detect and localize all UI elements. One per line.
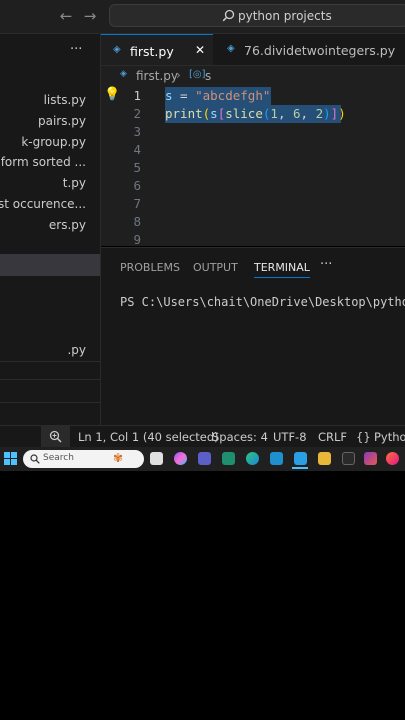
token-comma: , xyxy=(277,106,293,121)
token-operator: = xyxy=(172,88,196,103)
search-label: python projects xyxy=(238,9,332,23)
file-item[interactable]: lists.py xyxy=(44,93,86,107)
language-mode[interactable]: Python xyxy=(374,430,405,444)
tab-first-py[interactable]: ◈ first.py ✕ xyxy=(101,34,213,65)
search-highlight-icon: ✾ xyxy=(113,451,124,465)
more-actions-icon[interactable]: ··· xyxy=(70,42,82,57)
code-line-1: s = "abcdefgh" xyxy=(165,88,270,103)
token-function: print xyxy=(165,106,203,121)
breadcrumb: ◈ first.py › [◎] s xyxy=(101,66,405,86)
tab-problems[interactable]: PROBLEMS xyxy=(120,261,180,274)
more-actions-icon[interactable]: ··· xyxy=(320,257,332,272)
tab-dividetwointegers[interactable]: ◈ 76.dividetwointegers.py xyxy=(213,34,405,65)
forward-arrow-icon[interactable]: → xyxy=(81,7,99,25)
breadcrumb-file[interactable]: first.py xyxy=(136,69,178,83)
file-item[interactable]: k-group.py xyxy=(21,135,86,149)
file-item[interactable]: pairs.py xyxy=(38,114,86,128)
task-view-icon[interactable] xyxy=(150,452,163,465)
search-icon xyxy=(30,454,40,464)
tab-output[interactable]: OUTPUT xyxy=(193,261,238,274)
bottom-panel: PROBLEMS OUTPUT TERMINAL ··· PS C:\Users… xyxy=(101,247,405,426)
active-app-indicator xyxy=(292,467,308,469)
variable-symbol-icon: [◎] xyxy=(189,69,206,80)
line-number: 4 xyxy=(133,142,141,157)
windows-taskbar: Search ✾ xyxy=(0,447,405,471)
line-number: 2 xyxy=(133,106,141,121)
divider xyxy=(0,379,100,380)
windows-start-icon[interactable] xyxy=(4,452,17,465)
copilot-icon[interactable] xyxy=(174,452,187,465)
token-number: 1 xyxy=(270,106,278,121)
line-number: 7 xyxy=(133,196,141,211)
line-number: 1 xyxy=(133,88,141,103)
python-file-icon: ◈ xyxy=(227,43,235,54)
terminal-prompt[interactable]: PS C:\Users\chait\OneDrive\Desktop\pytho… xyxy=(120,295,405,309)
divider xyxy=(0,402,100,403)
token-variable: s xyxy=(165,88,173,103)
selected-row[interactable] xyxy=(0,254,100,276)
explorer-sidebar: ··· lists.py pairs.py k-group.py ates fo… xyxy=(0,34,101,425)
close-icon[interactable]: ✕ xyxy=(195,43,205,57)
python-file-icon: ◈ xyxy=(113,44,121,55)
line-number: 5 xyxy=(133,160,141,175)
video-editor-icon[interactable] xyxy=(364,452,377,465)
braces-icon: {} xyxy=(356,430,371,444)
edge-icon[interactable] xyxy=(246,452,259,465)
firefox-icon[interactable] xyxy=(386,452,399,465)
zoom-indicator[interactable] xyxy=(41,426,70,448)
store-icon[interactable] xyxy=(222,452,235,465)
file-item[interactable]: .py xyxy=(67,343,86,357)
cursor-position[interactable]: Ln 1, Col 1 (40 selected) xyxy=(78,430,219,444)
token-paren: ) xyxy=(338,106,346,121)
chevron-right-icon: › xyxy=(176,68,181,82)
indentation[interactable]: Spaces: 4 xyxy=(212,430,268,444)
status-bar: Ln 1, Col 1 (40 selected) Spaces: 4 UTF-… xyxy=(0,425,405,448)
token-variable: s xyxy=(210,106,218,121)
file-item[interactable]: t.py xyxy=(63,176,86,190)
encoding[interactable]: UTF-8 xyxy=(273,430,307,444)
app-icon[interactable] xyxy=(342,452,355,465)
vscode-icon[interactable] xyxy=(294,452,307,465)
file-item[interactable]: of first occurence... xyxy=(0,197,86,211)
file-item[interactable]: ers.py xyxy=(49,218,86,232)
token-string: "abcdefgh" xyxy=(195,88,271,103)
file-explorer-icon[interactable] xyxy=(318,452,331,465)
zoom-search-icon xyxy=(49,430,62,443)
taskbar-search[interactable]: Search ✾ xyxy=(23,450,144,468)
token-number: 2 xyxy=(315,106,324,121)
token-comma: , xyxy=(300,106,316,121)
file-item[interactable]: ates form sorted ... xyxy=(0,155,86,169)
back-arrow-icon[interactable]: ← xyxy=(57,7,75,25)
code-line-2: print(s[slice(1, 6, 2)]) xyxy=(165,106,346,121)
token-function: slice xyxy=(225,106,263,121)
code-editor[interactable]: 💡 1 2 3 4 5 6 7 8 9 s = "abcdefgh" print… xyxy=(101,86,405,247)
tab-label: first.py xyxy=(130,44,174,59)
teams-icon[interactable] xyxy=(198,452,211,465)
token-paren: ) xyxy=(323,106,331,121)
outlook-icon[interactable] xyxy=(270,452,283,465)
search-icon xyxy=(222,9,235,22)
line-number: 8 xyxy=(133,214,141,229)
breadcrumb-symbol[interactable]: s xyxy=(205,69,211,83)
python-file-icon: ◈ xyxy=(120,69,127,79)
line-ending[interactable]: CRLF xyxy=(318,430,347,444)
divider xyxy=(0,361,100,362)
taskbar-search-placeholder: Search xyxy=(43,453,74,463)
line-number: 3 xyxy=(133,124,141,139)
tab-terminal[interactable]: TERMINAL xyxy=(254,261,310,278)
token-number: 6 xyxy=(293,106,301,121)
tab-label: 76.dividetwointegers.py xyxy=(244,43,396,58)
line-number: 9 xyxy=(133,232,141,247)
line-number: 6 xyxy=(133,178,141,193)
